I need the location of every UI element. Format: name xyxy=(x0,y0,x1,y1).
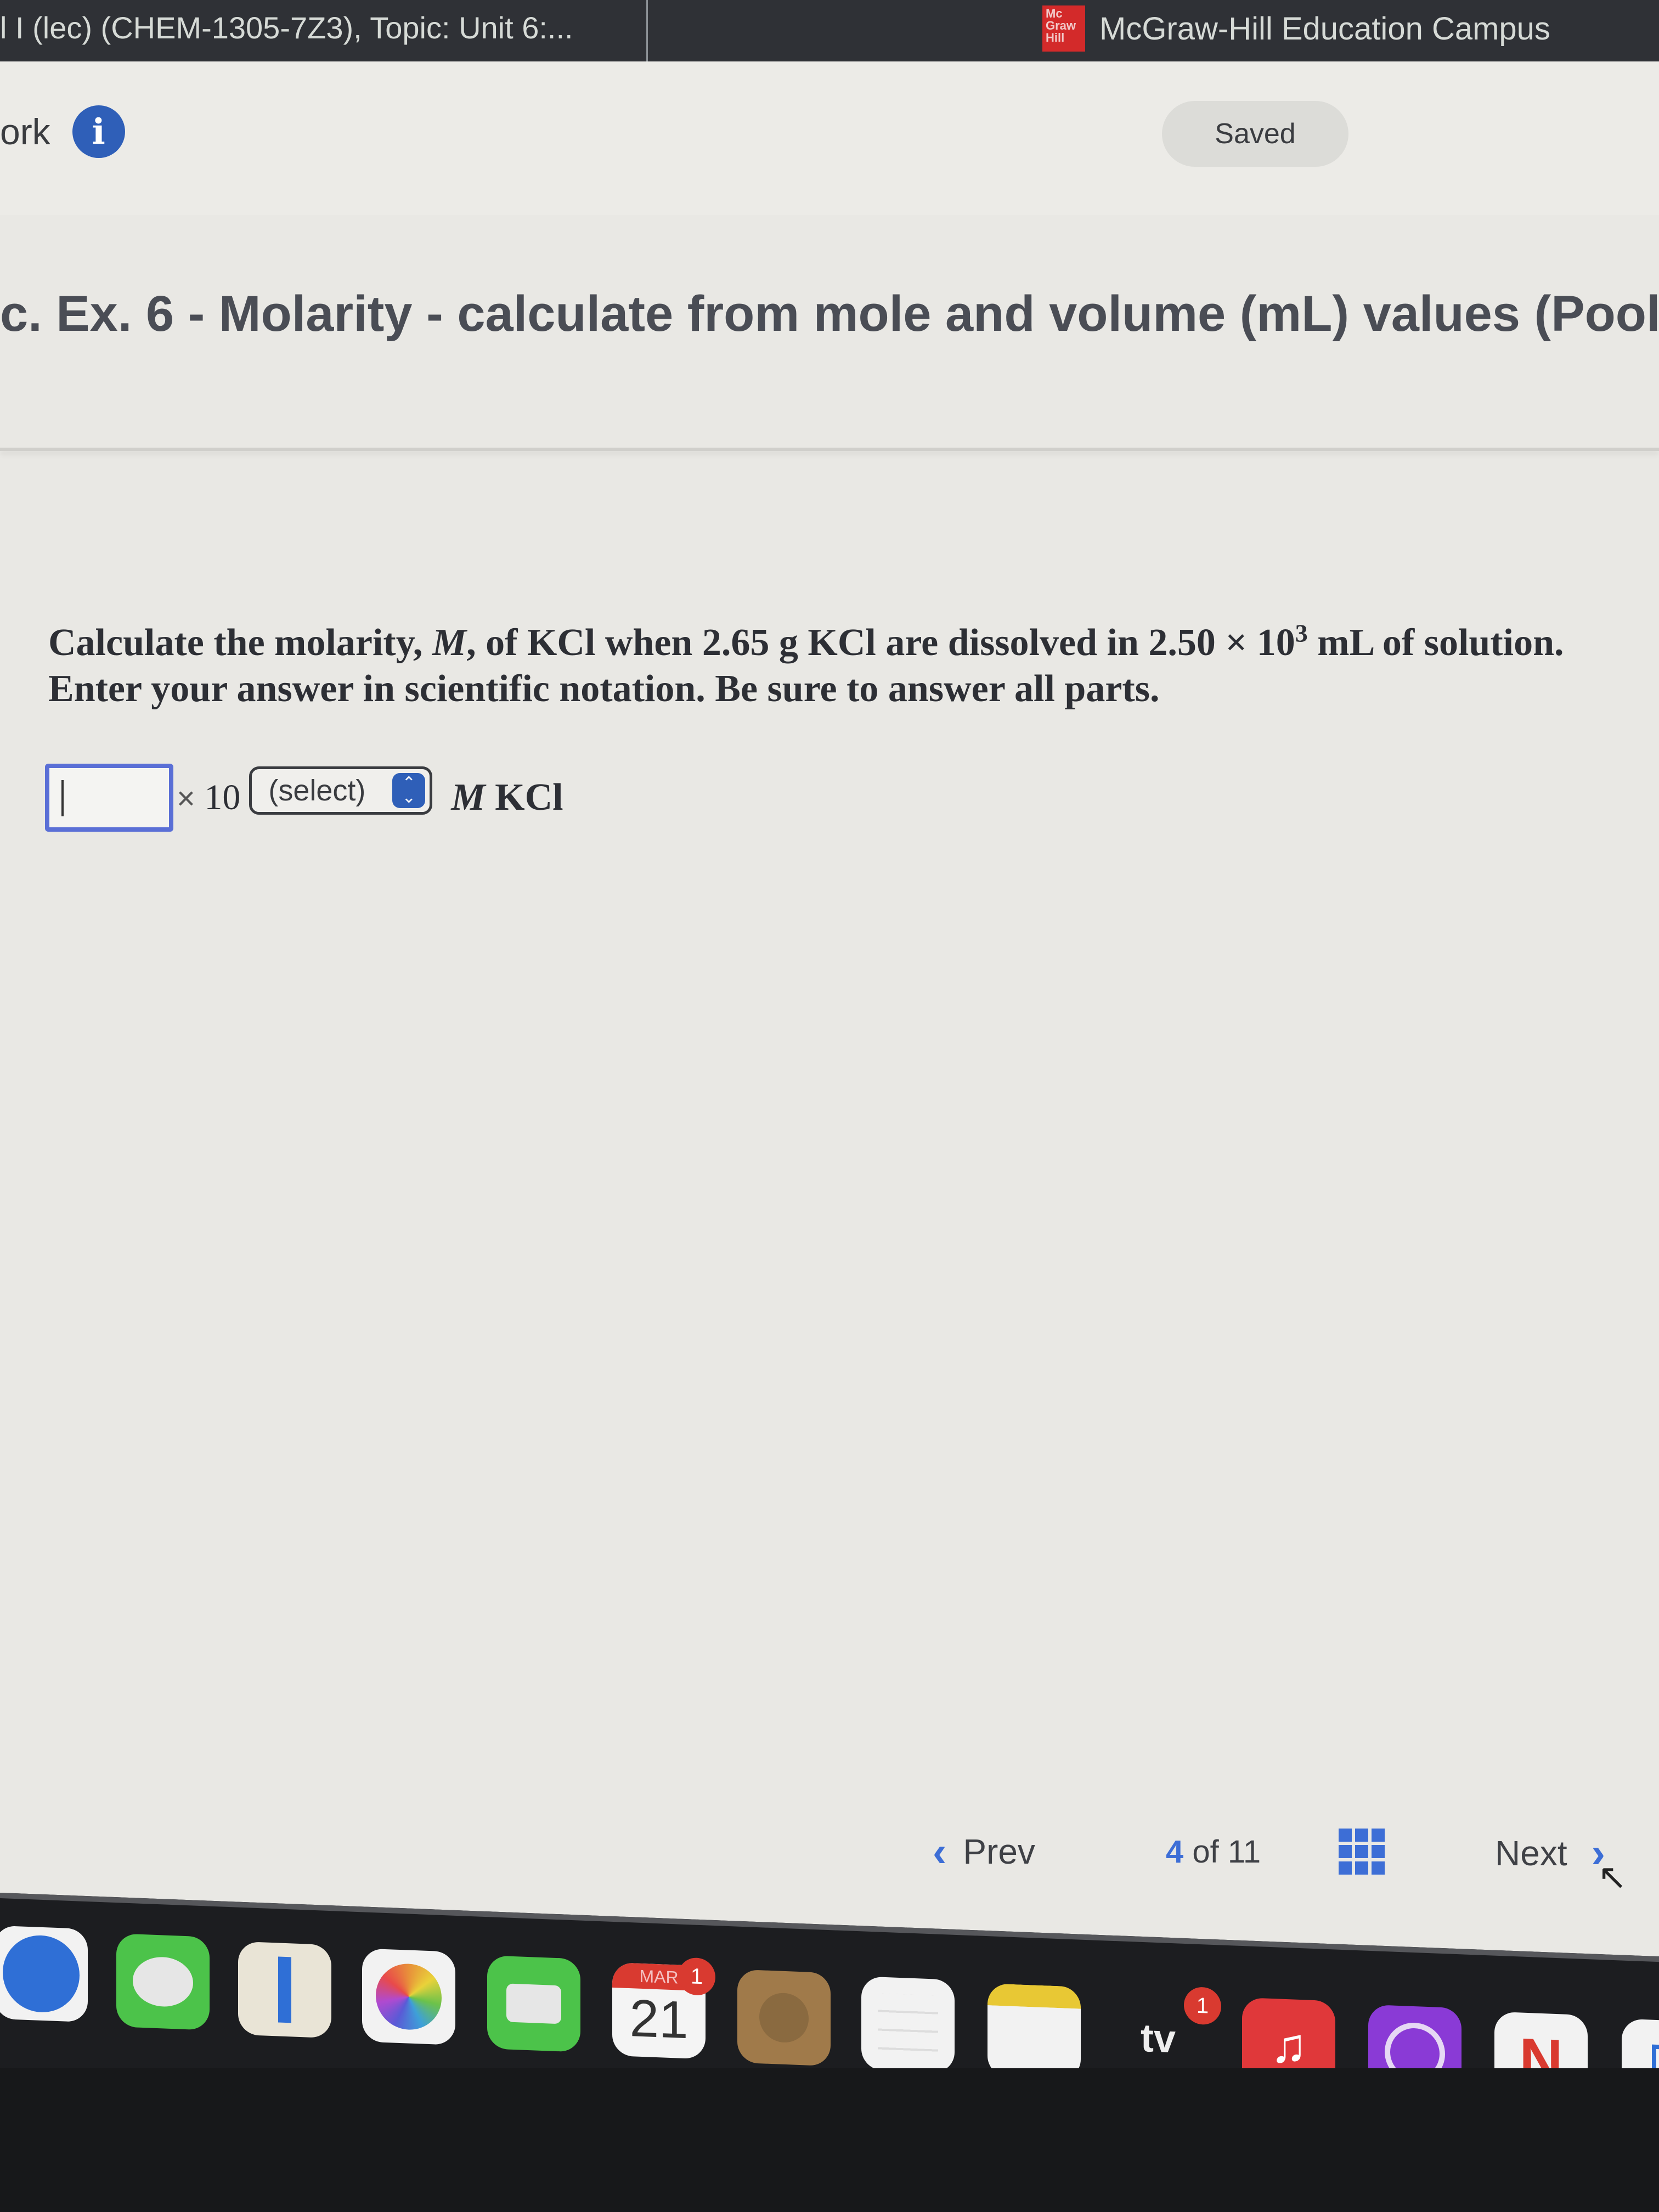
page-indicator: 4 of 11 xyxy=(1166,1833,1261,1870)
dock-app-maps[interactable] xyxy=(238,1941,331,2039)
tv-icon: tv xyxy=(1140,2016,1176,2062)
question-title: c. Ex. 6 - Molarity - calculate from mol… xyxy=(0,286,1659,342)
prev-button[interactable]: ‹ Prev xyxy=(933,1828,1035,1876)
compass-icon xyxy=(3,1934,80,2014)
flower-icon xyxy=(376,1962,442,2031)
section-label: ork xyxy=(0,111,50,152)
mouse-cursor-icon: ↖ xyxy=(1598,1857,1627,1897)
answer-row: × 10 (select) ⌃ ⌄ M KCl xyxy=(45,764,563,832)
up-down-chevron-icon: ⌃ ⌄ xyxy=(392,773,426,808)
dock-app-photos[interactable] xyxy=(362,1948,455,2045)
unit-label: M KCl xyxy=(451,776,563,819)
header-divider xyxy=(646,0,648,61)
dock-app-messages[interactable] xyxy=(116,1933,210,2030)
calendar-day: 21 xyxy=(629,1989,689,2050)
list-icon xyxy=(878,1993,938,2056)
mcgraw-hill-logo-icon: Mc Graw Hill xyxy=(1042,5,1085,52)
dock-app-facetime[interactable] xyxy=(487,1955,580,2052)
text-caret xyxy=(61,780,64,816)
current-page: 4 xyxy=(1166,1833,1184,1870)
molarity-variable: M xyxy=(432,622,467,664)
top-header: l I (lec) (CHEM-1305-7Z3), Topic: Unit 6… xyxy=(0,0,1659,61)
brand: Mc Graw Hill McGraw-Hill Education Campu… xyxy=(1042,5,1550,52)
question-prompt: Calculate the molarity, M, of KCl when 2… xyxy=(48,620,1639,712)
total-pages: 11 xyxy=(1227,1833,1261,1870)
dock-app-contacts[interactable] xyxy=(737,1969,831,2067)
exponent-select-value: (select) xyxy=(268,774,366,807)
info-icon[interactable]: i xyxy=(72,105,125,158)
course-title[interactable]: l I (lec) (CHEM-1305-7Z3), Topic: Unit 6… xyxy=(0,10,573,46)
speech-bubble-icon xyxy=(133,1956,193,2008)
exponent: 3 xyxy=(1295,619,1308,647)
monitor-bezel xyxy=(0,2068,1659,2212)
chevron-left-icon: ‹ xyxy=(933,1828,947,1875)
assignment-subheader: ork i Saved xyxy=(0,61,1659,215)
map-icon xyxy=(278,1956,291,2023)
contacts-icon xyxy=(759,1992,809,2044)
question-line-2: Enter your answer in scientific notation… xyxy=(48,668,1160,710)
saved-status-badge: Saved xyxy=(1162,101,1348,167)
exponent-select[interactable]: (select) ⌃ ⌄ xyxy=(249,766,433,815)
video-camera-icon xyxy=(506,1983,561,2024)
next-label: Next xyxy=(1495,1833,1567,1873)
times-ten-label: × 10 xyxy=(177,777,241,817)
dock-app-reminders[interactable] xyxy=(861,1976,955,2073)
question-line-1: Calculate the molarity, M, of KCl when 2… xyxy=(48,619,1564,664)
section-header: ork i xyxy=(0,105,125,158)
question-grid-icon[interactable] xyxy=(1339,1829,1385,1875)
prev-label: Prev xyxy=(963,1832,1035,1871)
brand-name: McGraw-Hill Education Campus xyxy=(1099,10,1550,47)
title-divider xyxy=(0,448,1659,451)
question-navigation: ‹ Prev 4 of 11 Next › xyxy=(889,1810,1659,1893)
next-button[interactable]: Next › xyxy=(1495,1829,1605,1877)
coefficient-input[interactable] xyxy=(45,764,173,832)
music-note-icon: ♫ xyxy=(1270,2017,1307,2074)
dock-app-notes[interactable] xyxy=(988,1983,1081,2080)
dock-app-safari[interactable] xyxy=(0,1925,88,2023)
